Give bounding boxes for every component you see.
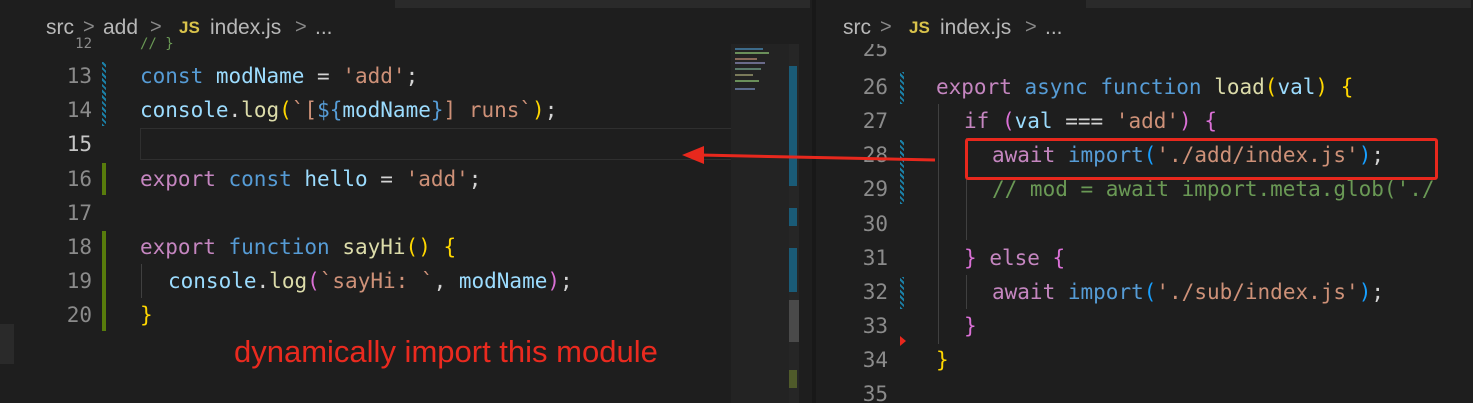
line-number: 18 — [66, 235, 92, 259]
breadcrumb-left: src > add > JS index.js > ... — [0, 0, 812, 50]
modified-line-indicator[interactable] — [900, 277, 904, 309]
deleted-line-marker[interactable] — [900, 336, 906, 346]
modified-lines-indicator[interactable] — [102, 62, 106, 126]
breadcrumb-separator: > — [295, 16, 307, 38]
code-line-31[interactable]: } else { — [964, 241, 1065, 275]
scrollbar-change-marker — [789, 66, 797, 186]
added-line-indicator[interactable] — [102, 163, 106, 195]
line-number: 33 — [862, 314, 888, 338]
breadcrumb-more[interactable]: ... — [315, 16, 333, 40]
code-line-32[interactable]: await import('./sub/index.js'); — [992, 275, 1384, 309]
breadcrumb-file[interactable]: index.js — [210, 16, 281, 40]
js-file-icon: JS — [909, 18, 930, 37]
js-file-icon: JS — [179, 18, 200, 37]
line-number: 20 — [66, 303, 92, 327]
line-number: 32 — [862, 280, 888, 304]
left-edge-strip — [0, 324, 14, 364]
line-number: 19 — [66, 269, 92, 293]
indent-guide — [938, 104, 939, 344]
line-number: 25 — [862, 44, 888, 60]
code-line-27[interactable]: if (val === 'add') { — [964, 104, 1217, 138]
code-line-20[interactable]: } — [140, 298, 153, 332]
line-number: 14 — [66, 98, 92, 122]
line-number: 34 — [862, 348, 888, 372]
breadcrumb-folder-src[interactable]: src — [843, 16, 871, 40]
indent-guide — [141, 264, 142, 298]
scrollbar-change-marker — [789, 208, 797, 226]
right-editor-pane[interactable]: src > JS index.js > ... 25 26 27 28 29 3… — [816, 0, 1473, 403]
code-line-16[interactable]: export const hello = 'add'; — [140, 162, 481, 196]
scrollbar-change-marker — [789, 248, 797, 292]
line-number: 12 — [75, 36, 92, 52]
current-line-highlight — [140, 128, 740, 160]
breadcrumb-right: src > JS index.js > ... — [816, 0, 1473, 50]
code-line[interactable]: // } — [140, 35, 174, 53]
line-number: 17 — [66, 201, 92, 225]
line-number: 28 — [862, 143, 888, 167]
breadcrumb-separator: > — [880, 16, 892, 38]
annotation-text: dynamically import this module — [234, 334, 658, 369]
code-line-34[interactable]: } — [936, 343, 949, 377]
line-number: 13 — [66, 64, 92, 88]
code-line-33[interactable]: } — [964, 309, 977, 343]
line-number: 35 — [862, 382, 888, 403]
minimap[interactable] — [731, 44, 789, 403]
line-number: 26 — [862, 75, 888, 99]
line-number: 31 — [862, 246, 888, 270]
code-line-13[interactable]: const modName = 'add'; — [140, 59, 418, 93]
scrollbar-change-marker — [789, 370, 797, 388]
modified-lines-indicator[interactable] — [900, 140, 904, 204]
scrollbar-thumb[interactable] — [789, 300, 799, 342]
code-line-18[interactable]: export function sayHi() { — [140, 230, 456, 264]
code-line-19[interactable]: console.log(`sayHi: `, modName); — [168, 264, 573, 298]
line-number: 16 — [66, 167, 92, 191]
line-number: 30 — [862, 212, 888, 236]
code-line-14[interactable]: console.log(`[${modName}] runs`); — [140, 93, 557, 127]
breadcrumb-separator: > — [1025, 16, 1037, 38]
line-number: 27 — [862, 109, 888, 133]
modified-line-indicator[interactable] — [900, 72, 904, 104]
line-number-active: 15 — [66, 132, 92, 156]
added-lines-indicator[interactable] — [102, 231, 106, 331]
highlight-box-annotation — [965, 138, 1438, 180]
breadcrumb-folder-add[interactable]: add — [103, 16, 138, 40]
breadcrumb-more[interactable]: ... — [1045, 16, 1063, 40]
indent-guide — [966, 275, 967, 309]
code-line-26[interactable]: export async function load(val) { — [936, 70, 1353, 104]
line-number: 29 — [862, 177, 888, 201]
breadcrumb-file[interactable]: index.js — [940, 16, 1011, 40]
